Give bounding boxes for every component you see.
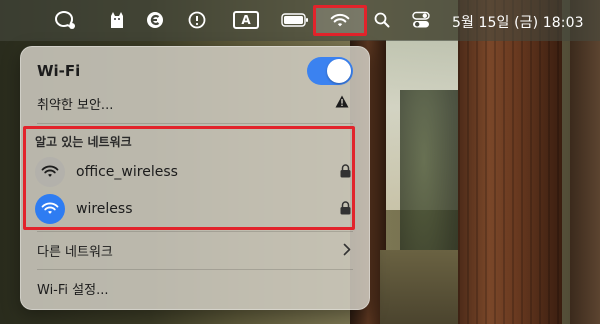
search-icon[interactable]	[372, 8, 392, 32]
wifi-settings-label: Wi-Fi 설정...	[37, 282, 109, 298]
network-item-wireless[interactable]: wireless	[35, 193, 351, 225]
control-center-icon[interactable]	[410, 8, 432, 32]
lock-icon	[340, 201, 351, 215]
other-networks-label: 다른 네트워크	[37, 244, 113, 260]
e-logo-icon[interactable]	[144, 8, 166, 32]
divider	[37, 269, 353, 270]
divider	[37, 123, 353, 124]
other-networks-item[interactable]: 다른 네트워크	[37, 239, 353, 261]
warning-icon	[335, 95, 349, 108]
menubar-clock[interactable]: 5월 15일 (금) 18:03	[452, 12, 584, 32]
divider	[37, 231, 353, 232]
wifi-header: Wi-Fi	[37, 57, 353, 85]
history-icon[interactable]	[186, 8, 208, 32]
security-warning-item[interactable]: 취약한 보안...	[37, 92, 353, 114]
known-networks-heading: 알고 있는 네트워크	[35, 135, 132, 149]
network-signal	[35, 157, 65, 187]
wifi-menu-button[interactable]	[313, 5, 367, 36]
network-name: wireless	[76, 201, 133, 217]
lock-icon	[340, 164, 351, 178]
wifi-icon	[41, 165, 59, 177]
network-signal	[35, 194, 65, 224]
menu-bar: A 5월 15일 (금) 18:03	[0, 0, 600, 41]
input-source-label: A	[233, 11, 259, 29]
wifi-settings-item[interactable]: Wi-Fi 설정...	[37, 277, 353, 299]
wifi-icon	[41, 202, 59, 214]
wifi-dropdown-panel: Wi-Fi 취약한 보안... 알고 있는 네트워크 office_wirele…	[20, 46, 370, 310]
keyboard-input-icon[interactable]: A	[232, 8, 260, 32]
security-warning-label: 취약한 보안...	[37, 97, 114, 113]
battery-icon[interactable]	[280, 8, 310, 32]
network-item-office-wireless[interactable]: office_wireless	[35, 156, 351, 188]
chevron-right-icon	[343, 243, 351, 256]
chat-bubble-icon[interactable]	[52, 8, 78, 32]
wifi-title: Wi-Fi	[37, 62, 81, 80]
cat-icon[interactable]	[106, 8, 128, 32]
network-name: office_wireless	[76, 164, 178, 180]
wifi-toggle[interactable]	[307, 57, 353, 85]
wifi-icon	[330, 13, 350, 26]
